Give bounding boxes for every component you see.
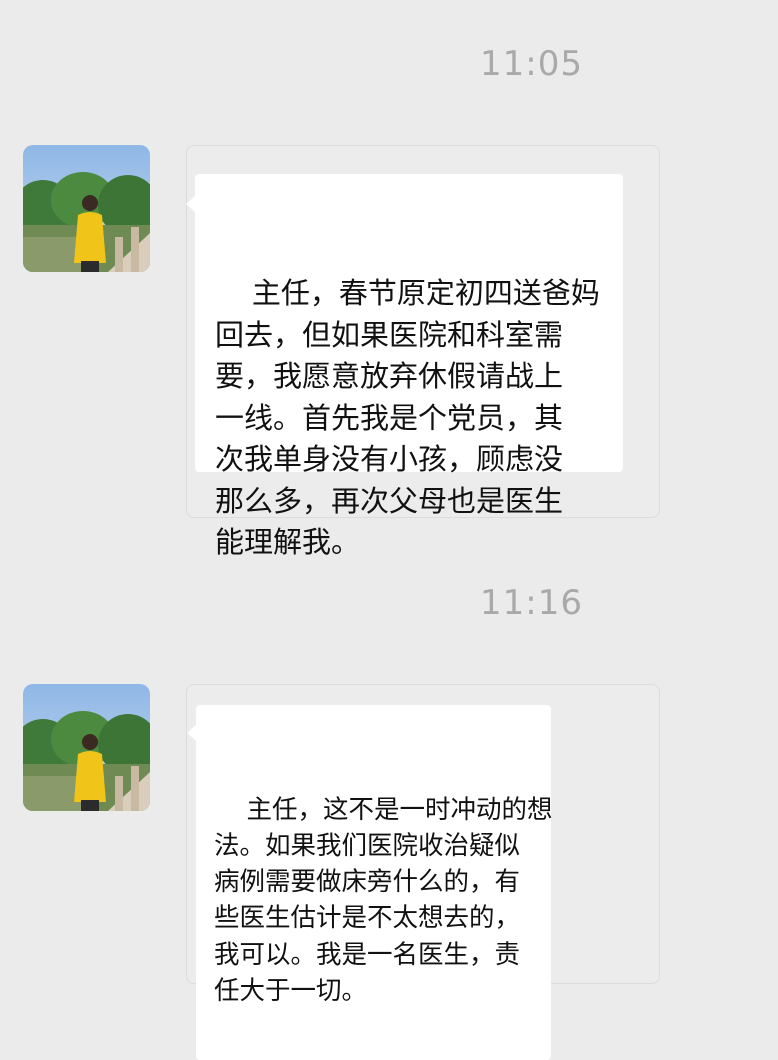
- message-text: 主任，春节原定初四送爸妈 回去，但如果医院和科室需 要，我愿意放弃休假请战上 一…: [215, 276, 600, 559]
- bubble-tail: [187, 725, 196, 741]
- message-card: 主任，春节原定初四送爸妈 回去，但如果医院和科室需 要，我愿意放弃休假请战上 一…: [186, 145, 660, 559]
- message-timestamp: 11:05: [480, 44, 583, 84]
- message-timestamp: 11:16: [480, 583, 583, 623]
- avatar-photo-icon: [23, 145, 150, 272]
- message-bubble[interactable]: 主任，这不是一时冲动的想 法。如果我们医院收治疑似 病例需要做床旁什么的，有 些…: [187, 705, 553, 1060]
- bubble-tail: [186, 196, 195, 212]
- message-text: 主任，这不是一时冲动的想 法。如果我们医院收治疑似 病例需要做床旁什么的，有 些…: [214, 794, 553, 1007]
- sender-avatar[interactable]: [23, 145, 150, 272]
- message-card: 主任，这不是一时冲动的想 法。如果我们医院收治疑似 病例需要做床旁什么的，有 些…: [186, 684, 660, 1060]
- avatar-photo-icon: [23, 684, 150, 811]
- message-bubble[interactable]: 主任，春节原定初四送爸妈 回去，但如果医院和科室需 要，我愿意放弃休假请战上 一…: [186, 174, 623, 559]
- sender-avatar[interactable]: [23, 684, 150, 811]
